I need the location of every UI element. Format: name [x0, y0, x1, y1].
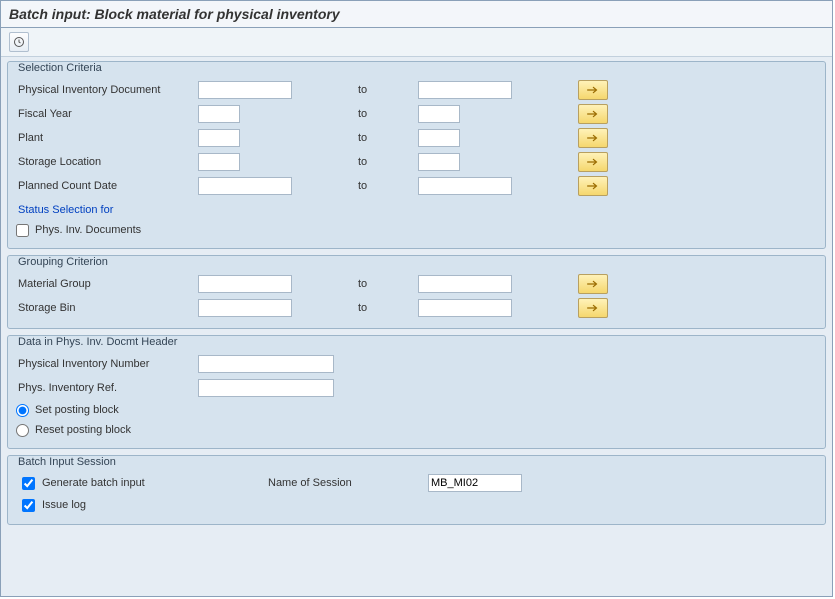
storage-bin-row: Storage Bin to [14, 296, 819, 320]
storage-loc-label: Storage Location [14, 156, 198, 168]
page-title: Batch input: Block material for physical… [1, 1, 832, 28]
storage-bin-from[interactable] [198, 299, 292, 317]
header-legend: Data in Phys. Inv. Docmt Header [10, 336, 185, 348]
to-label: to [358, 180, 418, 192]
phys-inv-ref-label: Phys. Inventory Ref. [14, 382, 198, 394]
phys-inv-doc-to[interactable] [418, 81, 512, 99]
arrow-right-icon [586, 133, 600, 143]
storage-bin-to[interactable] [418, 299, 512, 317]
status-selection-link[interactable]: Status Selection for [14, 198, 819, 220]
planned-date-row: Planned Count Date to [14, 174, 819, 198]
phys-inv-ref-input[interactable] [198, 379, 334, 397]
issue-log-label: Issue log [42, 499, 86, 511]
arrow-right-icon [586, 109, 600, 119]
material-group-from[interactable] [198, 275, 292, 293]
header-data-group: Data in Phys. Inv. Docmt Header Physical… [7, 335, 826, 449]
arrow-right-icon [586, 279, 600, 289]
sap-window: Batch input: Block material for physical… [0, 0, 833, 597]
fiscal-year-label: Fiscal Year [14, 108, 198, 120]
plant-label: Plant [14, 132, 198, 144]
selection-legend: Selection Criteria [10, 62, 110, 74]
fiscal-year-multi-button[interactable] [578, 104, 608, 124]
set-posting-block-label: Set posting block [35, 404, 119, 416]
phys-inv-number-row: Physical Inventory Number [14, 352, 819, 376]
phys-inv-doc-label: Physical Inventory Document [14, 84, 198, 96]
clock-execute-icon [13, 36, 25, 48]
arrow-right-icon [586, 157, 600, 167]
reset-posting-block-radio[interactable] [16, 424, 29, 437]
arrow-right-icon [586, 85, 600, 95]
plant-multi-button[interactable] [578, 128, 608, 148]
issue-log-checkbox[interactable] [22, 499, 35, 512]
batch-input-session-group: Batch Input Session Generate batch input… [7, 455, 826, 525]
phys-inv-documents-label: Phys. Inv. Documents [35, 224, 141, 236]
arrow-right-icon [586, 181, 600, 191]
fiscal-year-row: Fiscal Year to [14, 102, 819, 126]
phys-inv-doc-row: Physical Inventory Document to [14, 78, 819, 102]
set-posting-block-radio[interactable] [16, 404, 29, 417]
to-label: to [358, 84, 418, 96]
to-label: to [358, 278, 418, 290]
to-label: to [358, 302, 418, 314]
storage-bin-label: Storage Bin [14, 302, 198, 314]
material-group-multi-button[interactable] [578, 274, 608, 294]
session-name-label: Name of Session [268, 477, 428, 489]
execute-button[interactable] [9, 32, 29, 52]
storage-loc-row: Storage Location to [14, 150, 819, 174]
arrow-right-icon [586, 303, 600, 313]
storage-loc-to[interactable] [418, 153, 460, 171]
storage-loc-from[interactable] [198, 153, 240, 171]
material-group-row: Material Group to [14, 272, 819, 296]
plant-to[interactable] [418, 129, 460, 147]
phys-inv-doc-multi-button[interactable] [578, 80, 608, 100]
selection-criteria-group: Selection Criteria Physical Inventory Do… [7, 61, 826, 249]
to-label: to [358, 108, 418, 120]
to-label: to [358, 132, 418, 144]
grouping-criterion-group: Grouping Criterion Material Group to Sto… [7, 255, 826, 329]
storage-bin-multi-button[interactable] [578, 298, 608, 318]
fiscal-year-to[interactable] [418, 105, 460, 123]
plant-row: Plant to [14, 126, 819, 150]
reset-posting-block-label: Reset posting block [35, 424, 131, 436]
planned-date-to[interactable] [418, 177, 512, 195]
phys-inv-number-input[interactable] [198, 355, 334, 373]
session-legend: Batch Input Session [10, 456, 124, 468]
generate-batch-input-checkbox[interactable] [22, 477, 35, 490]
plant-from[interactable] [198, 129, 240, 147]
phys-inv-ref-row: Phys. Inventory Ref. [14, 376, 819, 400]
planned-date-multi-button[interactable] [578, 176, 608, 196]
grouping-legend: Grouping Criterion [10, 256, 116, 268]
planned-date-label: Planned Count Date [14, 180, 198, 192]
phys-inv-doc-from[interactable] [198, 81, 292, 99]
application-toolbar [1, 28, 832, 57]
to-label: to [358, 156, 418, 168]
material-group-label: Material Group [14, 278, 198, 290]
generate-batch-input-label: Generate batch input [42, 477, 145, 489]
phys-inv-documents-checkbox[interactable] [16, 224, 29, 237]
phys-inv-number-label: Physical Inventory Number [14, 358, 198, 370]
fiscal-year-from[interactable] [198, 105, 240, 123]
session-name-input[interactable] [428, 474, 522, 492]
material-group-to[interactable] [418, 275, 512, 293]
storage-loc-multi-button[interactable] [578, 152, 608, 172]
planned-date-from[interactable] [198, 177, 292, 195]
content-area: Selection Criteria Physical Inventory Do… [1, 57, 832, 596]
